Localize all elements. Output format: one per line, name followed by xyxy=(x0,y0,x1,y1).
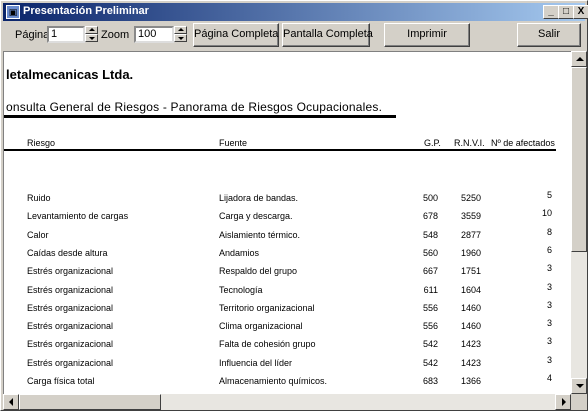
scroll-left-icon[interactable] xyxy=(3,394,19,410)
company-name: letalmecanicas Ltda. xyxy=(6,67,134,82)
zoom-down-arrow-icon[interactable] xyxy=(174,34,187,42)
col-header-gp: G.P. xyxy=(424,138,441,148)
zoom-spinner[interactable] xyxy=(174,26,187,43)
cell-gp: 678 xyxy=(422,211,438,221)
full-screen-button[interactable]: Pantalla Completa xyxy=(282,23,373,47)
size-grip[interactable] xyxy=(571,394,587,410)
cell-gp: 560 xyxy=(422,248,438,258)
preview-window: ▣ Presentación Preliminar _ □ X Página 1… xyxy=(0,0,588,411)
cell-afectados: 3 xyxy=(546,263,552,273)
window-title: Presentación Preliminar xyxy=(23,5,149,17)
cell-fuente: Aislamiento térmico. xyxy=(219,230,301,240)
cell-fuente: Almacenamiento químicos. xyxy=(219,376,328,386)
scroll-right-icon[interactable] xyxy=(555,394,571,410)
cell-rnvi: 1751 xyxy=(460,266,481,276)
cell-afectados: 3 xyxy=(546,300,552,310)
exit-button[interactable]: Salir xyxy=(517,23,581,47)
vertical-scroll-thumb[interactable] xyxy=(571,67,587,252)
cell-riesgo: Ruido xyxy=(27,193,51,203)
cell-fuente: Andamios xyxy=(219,248,260,258)
cell-fuente: Territorio organizacional xyxy=(219,303,315,313)
cell-gp: 548 xyxy=(422,230,438,240)
cell-riesgo: Carga física total xyxy=(27,376,95,386)
col-header-afectados: Nº de afectados xyxy=(491,138,555,148)
cell-fuente: Clima organizacional xyxy=(219,321,303,331)
page-label: Página xyxy=(15,29,50,41)
cell-riesgo: Estrés organizacional xyxy=(27,266,114,276)
cell-afectados: 8 xyxy=(546,227,552,237)
full-page-button[interactable]: Página Completa xyxy=(193,23,279,47)
col-header-riesgo: Riesgo xyxy=(27,138,56,148)
page-down-arrow-icon[interactable] xyxy=(85,34,98,42)
cell-gp: 667 xyxy=(422,266,438,276)
title-underline xyxy=(4,115,396,118)
cell-riesgo: Levantamiento de cargas xyxy=(27,211,129,221)
cell-riesgo: Estrés organizacional xyxy=(27,303,114,313)
cell-riesgo: Calor xyxy=(27,230,49,240)
cell-riesgo: Estrés organizacional xyxy=(27,358,114,368)
cell-riesgo: Estrés organizacional xyxy=(27,321,114,331)
report-preview[interactable]: letalmecanicas Ltda. onsulta General de … xyxy=(3,51,571,394)
horizontal-scrollbar[interactable] xyxy=(3,394,571,410)
close-button[interactable]: X xyxy=(573,5,588,19)
cell-afectados: 4 xyxy=(546,373,552,383)
cell-fuente: Influencia del líder xyxy=(219,358,293,368)
cell-gp: 500 xyxy=(422,193,438,203)
maximize-button[interactable]: □ xyxy=(558,5,574,19)
cell-gp: 542 xyxy=(422,358,438,368)
minimize-button[interactable]: _ xyxy=(543,5,559,19)
cell-rnvi: 1423 xyxy=(460,358,481,368)
horizontal-scroll-thumb[interactable] xyxy=(19,394,161,410)
cell-rnvi: 1460 xyxy=(460,303,481,313)
cell-fuente: Tecnología xyxy=(219,285,263,295)
cell-rnvi: 1423 xyxy=(460,339,481,349)
cell-rnvi: 1460 xyxy=(460,321,481,331)
cell-afectados: 3 xyxy=(546,282,552,292)
toolbar: Página 1 Zoom 100 Página Completa Pantal… xyxy=(3,21,585,49)
scroll-down-icon[interactable] xyxy=(571,378,587,394)
cell-rnvi: 1604 xyxy=(460,285,481,295)
cell-gp: 542 xyxy=(422,339,438,349)
vertical-scrollbar[interactable] xyxy=(571,51,587,394)
zoom-up-arrow-icon[interactable] xyxy=(174,26,187,34)
cell-gp: 611 xyxy=(423,285,438,295)
cell-riesgo: Estrés organizacional xyxy=(27,285,114,295)
report-title: onsulta General de Riesgos - Panorama de… xyxy=(6,100,383,114)
cell-afectados: 3 xyxy=(546,318,552,328)
header-rule xyxy=(4,149,556,151)
cell-fuente: Respaldo del grupo xyxy=(219,266,298,276)
cell-fuente: Carga y descarga. xyxy=(219,211,293,221)
cell-afectados: 10 xyxy=(541,208,552,218)
scroll-up-icon[interactable] xyxy=(571,51,587,67)
page-up-arrow-icon[interactable] xyxy=(85,26,98,34)
cell-rnvi: 3559 xyxy=(460,211,481,221)
cell-riesgo: Estrés organizacional xyxy=(27,339,114,349)
cell-rnvi: 1366 xyxy=(460,376,481,386)
app-icon: ▣ xyxy=(6,5,20,19)
cell-riesgo: Caídas desde altura xyxy=(27,248,108,258)
page-input[interactable]: 1 xyxy=(47,26,85,43)
cell-fuente: Falta de cohesión grupo xyxy=(219,339,316,349)
cell-fuente: Lijadora de bandas. xyxy=(219,193,299,203)
cell-afectados: 5 xyxy=(546,190,552,200)
print-button[interactable]: Imprimir xyxy=(384,23,470,47)
cell-afectados: 6 xyxy=(546,245,552,255)
cell-rnvi: 5250 xyxy=(460,193,481,203)
cell-rnvi: 2877 xyxy=(460,230,481,240)
cell-gp: 556 xyxy=(422,303,438,313)
cell-rnvi: 1960 xyxy=(460,248,481,258)
cell-afectados: 3 xyxy=(546,355,552,365)
col-header-rnvi: R.N.V.I. xyxy=(454,138,485,148)
cell-gp: 556 xyxy=(422,321,438,331)
cell-gp: 683 xyxy=(422,376,438,386)
zoom-label: Zoom xyxy=(101,29,130,41)
zoom-input[interactable]: 100 xyxy=(134,26,174,43)
col-header-fuente: Fuente xyxy=(219,138,248,148)
cell-afectados: 3 xyxy=(546,336,552,346)
title-bar[interactable]: ▣ Presentación Preliminar _ □ X xyxy=(3,3,588,21)
page-spinner[interactable] xyxy=(85,26,98,43)
